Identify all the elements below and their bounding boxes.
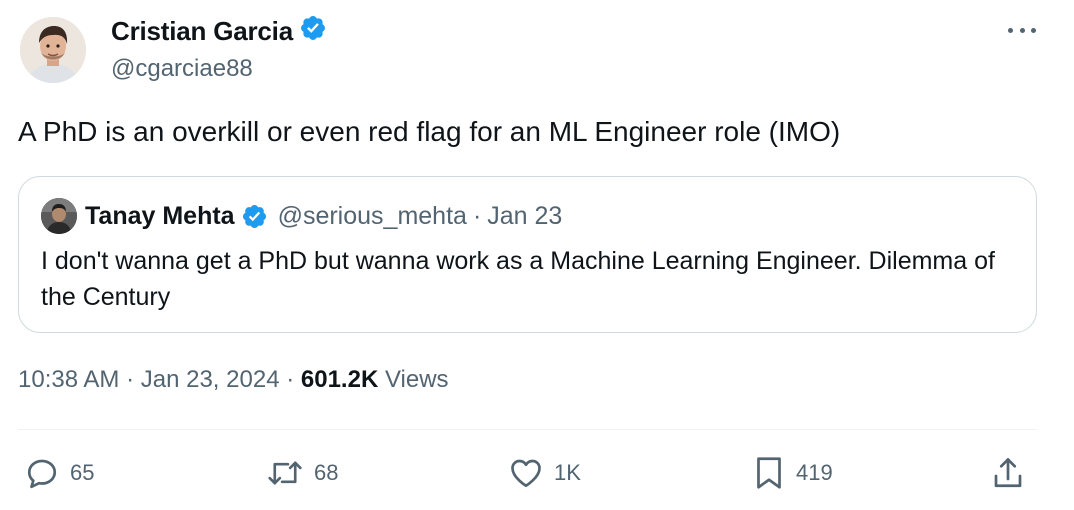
bookmark-button[interactable]: 419 xyxy=(752,451,833,495)
heart-icon xyxy=(508,455,544,491)
author-avatar[interactable] xyxy=(20,17,86,83)
quote-text: I don't wanna get a PhD but wanna work a… xyxy=(41,247,995,311)
quoted-tweet[interactable]: Tanay Mehta @serious_mehta · Jan 23 I do… xyxy=(18,176,1037,333)
tweet-text: A PhD is an overkill or even red flag fo… xyxy=(18,116,841,147)
quote-author-handle[interactable]: @serious_mehta xyxy=(278,202,467,231)
author-handle[interactable]: @cgarciae88 xyxy=(111,55,253,83)
quote-header: Tanay Mehta @serious_mehta · Jan 23 xyxy=(85,199,562,233)
retweet-icon xyxy=(266,455,304,491)
more-dots-icon xyxy=(1008,27,1013,33)
more-dot xyxy=(1031,27,1036,33)
divider xyxy=(18,429,1037,430)
bookmark-count: 419 xyxy=(796,460,833,485)
quote-separator: · xyxy=(472,201,482,230)
views-label: Views xyxy=(384,366,449,393)
retweet-count: 68 xyxy=(314,460,339,485)
verified-badge-icon xyxy=(241,203,268,230)
tweet-time[interactable]: 10:38 AM xyxy=(18,366,119,393)
quote-date[interactable]: Jan 23 xyxy=(487,202,562,231)
views-count: 601.2K xyxy=(300,366,379,393)
author-name[interactable]: Cristian Garcia xyxy=(111,14,327,49)
author-name-text[interactable]: Cristian Garcia xyxy=(111,16,293,47)
quote-author-avatar xyxy=(41,198,77,234)
tweet-date[interactable]: Jan 23, 2024 xyxy=(141,366,280,393)
tweet-card: Cristian Garcia @cgarciae88 A PhD is an … xyxy=(0,0,1074,510)
bookmark-icon xyxy=(752,455,786,491)
reply-button[interactable]: 65 xyxy=(24,451,94,495)
like-count: 1K xyxy=(554,460,581,485)
share-icon xyxy=(990,455,1026,491)
reply-icon xyxy=(24,455,60,491)
retweet-button[interactable]: 68 xyxy=(266,451,338,495)
verified-badge-icon xyxy=(299,14,327,49)
more-dot xyxy=(1019,27,1025,33)
reply-count: 65 xyxy=(70,460,95,485)
like-button[interactable]: 1K xyxy=(508,451,581,495)
meta-separator: · xyxy=(126,366,141,393)
meta-separator: · xyxy=(286,366,301,393)
share-button[interactable] xyxy=(990,451,1026,495)
tweet-meta: 10:38 AM · Jan 23, 2024 · 601.2K Views xyxy=(18,366,449,394)
more-options-button[interactable] xyxy=(1004,18,1040,42)
quote-author-name[interactable]: Tanay Mehta xyxy=(85,202,235,231)
